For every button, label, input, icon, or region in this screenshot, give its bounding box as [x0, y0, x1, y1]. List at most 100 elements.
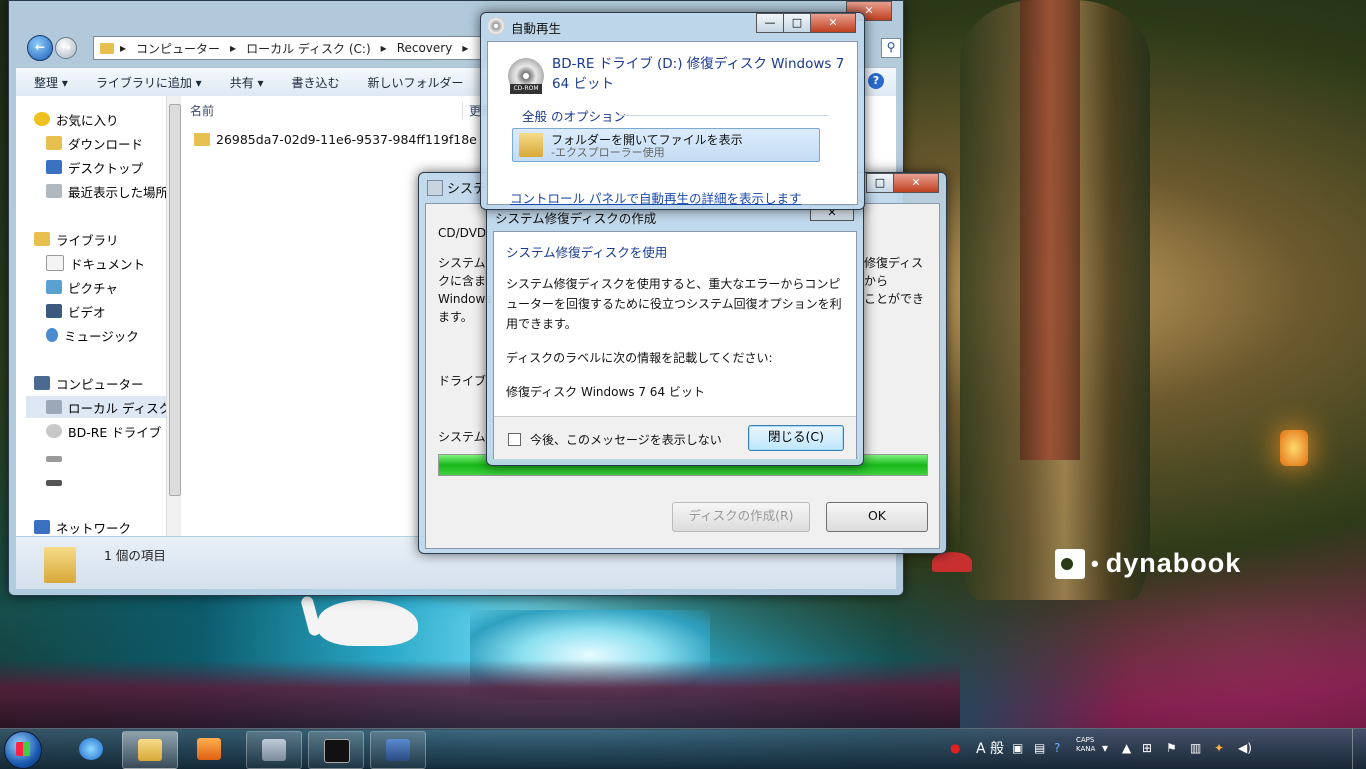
nav-recent[interactable]: 最近表示した場所 [46, 180, 166, 202]
taskbar-media-player[interactable] [182, 731, 236, 767]
section-divider [618, 115, 828, 116]
ime-indicator[interactable]: A 般 [976, 738, 1004, 758]
nav-music[interactable]: ミュージック [46, 324, 139, 346]
nav-scrollbar[interactable] [166, 96, 181, 536]
breadcrumb-sep: ▸ [120, 41, 127, 55]
address-bar[interactable]: ▸ コンピューター ▸ ローカル ディスク (C:) ▸ Recovery ▸ [93, 36, 485, 60]
back-button[interactable]: ← [27, 35, 53, 61]
autoplay-window: 自動再生 — □ ✕ CD-ROM BD-RE ドライブ (D:) 修復ディスク… [480, 12, 865, 210]
autoplay-settings-link[interactable]: コントロール パネルで自動再生の詳細を表示します [510, 188, 801, 207]
dynabook-logo: • dynabook [1055, 548, 1241, 579]
show-hidden-icons-button[interactable]: ▲ [1122, 741, 1131, 755]
taskbar-autoplay[interactable] [370, 731, 426, 769]
help-tray-icon[interactable]: ? [1054, 741, 1060, 755]
start-button[interactable] [4, 731, 42, 769]
create-disc-button[interactable]: ディスクの作成(R) [672, 502, 810, 532]
windows-flag-icon[interactable]: ⊞ [1142, 741, 1152, 755]
nav-bdre[interactable]: BD-RE ドライブ [46, 420, 161, 442]
burn-button[interactable]: 書き込む [292, 74, 340, 91]
close-button[interactable]: 閉じる(C) [748, 425, 844, 451]
help-icon[interactable]: ? [868, 73, 884, 89]
item-count: 1 個の項目 [104, 548, 166, 563]
minimize-button[interactable]: — [756, 13, 784, 33]
desc-left-4: ます。 [438, 310, 473, 324]
nav-drive-2[interactable] [46, 472, 68, 494]
share-button[interactable]: 共有 ▾ [230, 74, 264, 91]
open-folder-option[interactable]: フォルダーを開いてファイルを表示 -エクスプローラー使用 [512, 128, 820, 162]
general-options-heading: 全般 のオプション [522, 109, 626, 124]
power-icon[interactable]: ✦ [1214, 741, 1224, 755]
folder-icon [519, 133, 543, 157]
bd-drive-icon [46, 424, 62, 438]
file-name: 26985da7-02d9-11e6-9537-984ff119f18e [216, 132, 477, 147]
desktop-icon [46, 160, 62, 174]
nav-label: ライブラリ [56, 232, 119, 248]
documents-icon [46, 255, 64, 271]
nav-label: お気に入り [56, 112, 119, 128]
add-to-library-button[interactable]: ライブラリに追加 ▾ [96, 74, 202, 91]
taskbar-explorer[interactable] [122, 731, 178, 769]
wallpaper-swan [318, 600, 418, 646]
window-icon [427, 180, 443, 196]
nav-local-disk[interactable]: ローカル ディスク [26, 396, 166, 418]
taskbar-ie[interactable] [64, 731, 118, 767]
sysrepair-close-button[interactable]: ✕ [893, 173, 939, 193]
nav-videos[interactable]: ビデオ [46, 300, 106, 322]
pictures-icon [46, 280, 62, 294]
nav-label: BD-RE ドライブ [68, 424, 162, 440]
ok-button[interactable]: OK [826, 502, 928, 532]
nav-libraries[interactable]: ライブラリ [34, 228, 119, 250]
nav-label: コンピューター [56, 376, 144, 392]
desc-left-2: クに含ま [438, 274, 487, 288]
windows-logo-icon [16, 742, 30, 756]
action-center-icon[interactable]: ⚑ [1166, 741, 1177, 755]
ime-dictionary-icon[interactable]: ▤ [1034, 741, 1045, 755]
scrollbar-thumb[interactable] [169, 104, 181, 496]
alert-icon[interactable]: ● [950, 741, 960, 755]
music-icon [46, 328, 58, 342]
explorer-icon [138, 739, 162, 761]
wallpaper-mushroom [932, 552, 972, 572]
file-row[interactable]: 26985da7-02d9-11e6-9537-984ff119f18e 201 [194, 132, 515, 147]
desc-right-2: から [864, 274, 889, 288]
chevron-down-icon[interactable]: ▾ [1102, 741, 1108, 755]
taskbar-system-repair[interactable] [246, 731, 302, 769]
forward-button[interactable]: → [55, 37, 77, 59]
volume-icon[interactable]: ◀) [1238, 741, 1252, 755]
search-icon[interactable]: ⚲ [881, 38, 901, 58]
cd-rom-label: CD-ROM [510, 84, 542, 94]
nav-label: ネットワーク [56, 520, 132, 536]
dont-show-label[interactable]: 今後、このメッセージを表示しない [530, 431, 722, 448]
maximize-button[interactable]: □ [866, 173, 894, 193]
breadcrumb-recovery[interactable]: Recovery [397, 41, 453, 55]
libraries-icon [34, 232, 50, 246]
caps-kana-indicator: CAPS KANA [1076, 736, 1095, 754]
nav-computer[interactable]: コンピューター [34, 372, 144, 394]
breadcrumb-sep: ▸ [462, 41, 469, 55]
network-tray-icon[interactable]: ▥ [1190, 741, 1201, 755]
organize-button[interactable]: 整理 ▾ [34, 74, 68, 91]
column-header-name[interactable]: 名前 [190, 102, 214, 119]
dynabook-logo-mark [1055, 548, 1085, 579]
nav-network[interactable]: ネットワーク [34, 516, 131, 536]
progress-label: システム [438, 430, 486, 444]
nav-desktop[interactable]: デスクトップ [46, 156, 143, 178]
nav-downloads[interactable]: ダウンロード [46, 132, 143, 154]
breadcrumb-local-disk[interactable]: ローカル ディスク (C:) [246, 40, 371, 57]
maximize-button[interactable]: □ [783, 13, 811, 33]
autoplay-close-button[interactable]: ✕ [810, 13, 856, 33]
nav-label: ローカル ディスク [68, 400, 166, 416]
desc-right-1: 修復ディス [864, 256, 924, 270]
dont-show-checkbox[interactable] [508, 433, 521, 446]
cd-dvd-label: CD/DVD [438, 226, 487, 240]
nav-drive-1[interactable] [46, 448, 68, 470]
show-desktop-button[interactable] [1352, 729, 1366, 769]
nav-documents[interactable]: ドキュメント [46, 252, 145, 274]
nav-favorites[interactable]: お気に入り [34, 108, 119, 130]
taskbar-cmd[interactable] [308, 731, 364, 769]
new-folder-button[interactable]: 新しいフォルダー [368, 74, 464, 91]
nav-pictures[interactable]: ピクチャ [46, 276, 118, 298]
breadcrumb-computer[interactable]: コンピューター [136, 40, 220, 57]
ime-tools-icon[interactable]: ▣ [1012, 741, 1023, 755]
